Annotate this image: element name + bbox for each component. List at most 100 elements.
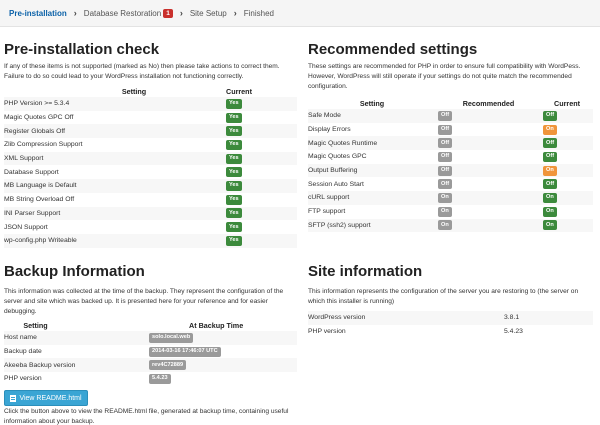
status-badge: Yes xyxy=(226,194,242,205)
view-readme-button[interactable]: View README.html xyxy=(4,390,88,406)
status-badge: Yes xyxy=(226,153,242,164)
step-preinstallation[interactable]: Pre-installation xyxy=(9,9,67,18)
setting-name: Output Buffering xyxy=(308,163,436,178)
status-badge: Yes xyxy=(226,112,242,123)
wizard-breadcrumb: Pre-installation › Database Restoration … xyxy=(0,0,600,27)
value-badge: solo.local.web xyxy=(149,332,194,343)
chevron-right-icon: › xyxy=(179,8,183,18)
chevron-right-icon: › xyxy=(73,8,77,18)
recommended-value: On xyxy=(436,218,541,233)
step-finished[interactable]: Finished xyxy=(244,9,274,18)
table-row: MB Language is Default Yes xyxy=(4,179,297,193)
backup-value: solo.local.web xyxy=(147,331,297,345)
current-value: On xyxy=(541,163,593,178)
recommended-value: Off xyxy=(436,163,541,178)
status-badge: On xyxy=(543,220,557,231)
table-row: Backup date 2014-03-16 17:46:07 UTC xyxy=(4,345,297,359)
setting-name: PHP version xyxy=(4,375,42,383)
current-value: Yes xyxy=(214,97,297,111)
table-row: WordPress version 3.8.1 xyxy=(308,311,593,325)
table-row: PHP version 5.4.23 xyxy=(308,325,593,339)
col-recommended-header: Recommended xyxy=(462,99,515,108)
table-row: Display Errors Off On xyxy=(308,123,593,137)
table-row: Magic Quotes Runtime Off Off xyxy=(308,136,593,151)
table-row: MB String Overload Off Yes xyxy=(4,193,297,207)
setting-name: Akeeba Backup version xyxy=(4,358,147,373)
backup-value: 2014-03-16 17:46:07 UTC xyxy=(147,345,297,359)
col-setting-header: Setting xyxy=(23,321,48,330)
table-row: INI Parser Support Yes xyxy=(4,206,297,221)
status-badge: Yes xyxy=(226,180,242,191)
backup-description: This information was collected at the ti… xyxy=(4,288,284,315)
status-badge: Off xyxy=(438,124,453,135)
status-badge: Off xyxy=(438,179,453,190)
status-badge: Off xyxy=(543,151,558,162)
setting-name: MB Language is Default xyxy=(4,179,214,193)
view-readme-label: View README.html xyxy=(19,394,82,402)
setting-name: Backup date xyxy=(4,348,42,356)
table-row: SFTP (ssh2) support On On xyxy=(308,218,593,233)
status-badge: On xyxy=(543,124,557,135)
table-row: Magic Quotes GPC Off Yes xyxy=(4,111,297,125)
status-badge: Off xyxy=(543,110,558,121)
document-icon xyxy=(10,394,17,402)
status-badge: Off xyxy=(438,138,453,149)
current-value: Yes xyxy=(214,179,297,193)
status-badge: Yes xyxy=(226,126,242,137)
recommended-value: Off xyxy=(436,136,541,151)
backup-title: Backup Information xyxy=(4,263,145,280)
recommended-rows: Safe Mode Off Off Display Errors Off On Magic … xyxy=(308,109,593,233)
step-database-restoration-label: Database Restoration xyxy=(83,8,162,18)
table-row: Magic Quotes GPC Off Off xyxy=(308,150,593,164)
setting-name: PHP Version >= 5.3.4 xyxy=(4,97,214,111)
recommended-value: Off xyxy=(436,177,541,191)
table-row: Akeeba Backup version rev4C72889 xyxy=(4,358,297,373)
current-value: Off xyxy=(541,150,593,164)
current-value: Off xyxy=(541,109,593,123)
backup-rows: Host name solo.local.web Backup date 2014-0… xyxy=(4,331,297,386)
status-badge: On xyxy=(543,206,557,217)
setting-name: Host name xyxy=(4,331,147,345)
current-value: Yes xyxy=(214,111,297,125)
siteinfo-rows: WordPress version 3.8.1 PHP version 5.4.23 xyxy=(308,311,593,338)
preinstall-table: Setting Current PHP Version >= 5.3.4 Yes M… xyxy=(4,87,297,248)
siteinfo-description: This information represents the configur… xyxy=(308,288,579,305)
preinstall-description: If any of these items is not supported (… xyxy=(4,63,280,80)
table-row: cURL support On On xyxy=(308,191,593,205)
status-badge: Off xyxy=(543,179,558,190)
current-value: Yes xyxy=(214,124,297,139)
current-value: Yes xyxy=(214,151,297,166)
table-row: Session Auto Start Off Off xyxy=(308,177,593,191)
table-row: Register Globals Off Yes xyxy=(4,124,297,139)
current-value: Yes xyxy=(214,138,297,152)
table-row: PHP version 5.4.23 xyxy=(4,372,297,386)
status-badge: On xyxy=(438,220,452,231)
backup-value: 5.4.23 xyxy=(147,372,297,386)
recommended-value: Off xyxy=(436,150,541,164)
col-setting-header: Setting xyxy=(121,87,147,96)
recommended-title: Recommended settings xyxy=(308,41,478,58)
setting-name: FTP support xyxy=(308,208,346,216)
setting-name: PHP version xyxy=(308,328,346,336)
current-value: On xyxy=(541,205,593,219)
col-current-header: Current xyxy=(226,87,252,96)
current-value: On xyxy=(541,123,593,137)
table-row: Database Support Yes xyxy=(4,165,297,179)
table-row: Output Buffering Off On xyxy=(308,163,593,178)
status-badge: Yes xyxy=(226,222,242,233)
site-value: 5.4.23 xyxy=(504,328,523,336)
status-badge: Off xyxy=(543,138,558,149)
col-setting-header: Setting xyxy=(359,99,385,108)
recommended-value: On xyxy=(436,205,541,219)
status-badge: Yes xyxy=(226,139,242,150)
setting-name: SFTP (ssh2) support xyxy=(308,218,436,233)
site-value: 3.8.1 xyxy=(504,311,593,325)
recommended-value: Off xyxy=(436,109,541,123)
step-database-restoration[interactable]: Database Restoration 1 xyxy=(83,8,173,18)
table-row: XML Support Yes xyxy=(4,151,297,166)
status-badge: Yes xyxy=(226,167,242,178)
setting-name: Session Auto Start xyxy=(308,180,364,188)
current-value: Off xyxy=(541,177,593,191)
step-site-setup[interactable]: Site Setup xyxy=(190,9,227,18)
value-badge: 2014-03-16 17:46:07 UTC xyxy=(149,346,221,357)
